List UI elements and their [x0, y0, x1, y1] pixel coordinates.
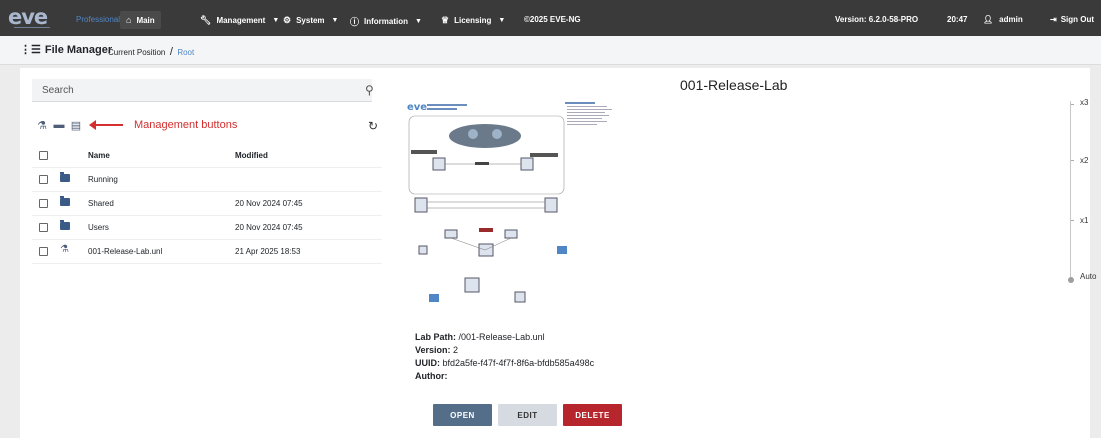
row-modified: 20 Nov 2024 07:45	[235, 199, 303, 208]
nav-main-label: Main	[136, 15, 155, 25]
lab-file-icon: ⚗	[60, 244, 69, 255]
user-menu[interactable]: 👤︎ admin	[983, 15, 1023, 24]
search-input[interactable]: Search	[32, 79, 372, 102]
delete-button[interactable]: DELETE	[563, 404, 622, 426]
table-row[interactable]: Running	[32, 168, 382, 192]
clock-text: 20:47	[947, 15, 968, 24]
nav-management[interactable]: 🔧︎ Management ▼	[200, 15, 279, 26]
nav-information[interactable]: ⓘ Information ▼	[350, 15, 422, 28]
uuid-label: UUID:	[415, 358, 440, 368]
column-name-header[interactable]: Name	[88, 151, 110, 160]
nav-main[interactable]: ⌂ Main	[120, 11, 161, 29]
table-row[interactable]: Shared 20 Nov 2024 07:45	[32, 192, 382, 216]
edit-button[interactable]: EDIT	[498, 404, 557, 426]
table-row[interactable]: ⚗ 001-Release-Lab.unl 21 Apr 2025 18:53	[32, 240, 382, 264]
nav-information-label: Information	[364, 17, 409, 26]
zoom-tick	[1071, 104, 1074, 105]
breadcrumb: Current Position / Root	[108, 46, 194, 58]
home-icon: ⌂	[126, 15, 132, 25]
info-icon: ⓘ	[350, 17, 360, 27]
search-icon[interactable]: ⚲	[365, 83, 374, 97]
nav-management-label: Management	[216, 16, 266, 25]
caret-down-icon: ▼	[272, 17, 280, 24]
zoom-tick	[1071, 220, 1074, 221]
row-name[interactable]: Running	[88, 175, 118, 184]
folder-icon	[60, 172, 70, 182]
page-title: ⋮☰ File Manager	[20, 43, 113, 57]
zoom-level-auto[interactable]: Auto	[1080, 272, 1096, 281]
edition-label: Professional	[76, 15, 121, 24]
zoom-level-x2[interactable]: x2	[1080, 156, 1088, 165]
file-manager-panel: Search ⚲ ⚗ ▬ ▤ Management buttons ↻ Name…	[20, 68, 1090, 438]
management-toolbar: ⚗ ▬ ▤ Management buttons	[36, 119, 238, 132]
breadcrumb-root[interactable]: Root	[177, 48, 194, 57]
row-name[interactable]: 001-Release-Lab.unl	[88, 247, 162, 256]
breadcrumb-separator: /	[169, 46, 173, 58]
zoom-slider-handle[interactable]	[1068, 277, 1074, 283]
select-all-checkbox[interactable]	[39, 151, 48, 160]
sign-out-button[interactable]: ⇥ Sign Out	[1050, 15, 1094, 24]
caret-down-icon: ▼	[331, 17, 339, 24]
add-lab-icon[interactable]: ⚗	[36, 119, 48, 132]
nav-system-label: System	[296, 16, 325, 25]
row-modified: 20 Nov 2024 07:45	[235, 223, 303, 232]
row-checkbox[interactable]	[39, 199, 48, 208]
breadcrumb-label: Current Position	[108, 48, 166, 57]
nav-system[interactable]: ⚙ System ▼	[283, 15, 338, 26]
lab-preview-title: 001-Release-Lab	[680, 77, 788, 93]
row-modified: 21 Apr 2025 18:53	[235, 247, 301, 256]
zoom-level-x3[interactable]: x3	[1080, 98, 1088, 107]
sign-out-icon: ⇥	[1050, 15, 1057, 24]
author-label: Author:	[415, 371, 448, 381]
file-table: Name Modified Running Shared 20 Nov 2024…	[32, 144, 382, 264]
file-tree-icon: ⋮☰	[20, 44, 41, 56]
zoom-slider-track[interactable]	[1070, 101, 1071, 279]
top-navbar: eve Professional ⌂ Main 🔧︎ Management ▼ …	[0, 0, 1101, 36]
refresh-icon[interactable]: ↻	[368, 119, 378, 133]
import-file-icon[interactable]: ▤	[70, 119, 82, 132]
nav-licensing-label: Licensing	[454, 16, 492, 25]
lab-path-value: /001-Release-Lab.unl	[458, 332, 545, 342]
row-checkbox[interactable]	[39, 247, 48, 256]
nav-licensing[interactable]: ♕ Licensing ▼	[441, 15, 505, 26]
version-text: Version: 6.2.0-58-PRO	[835, 15, 919, 24]
sign-out-label: Sign Out	[1060, 15, 1095, 24]
page-title-text: File Manager	[44, 43, 113, 56]
license-icon: ♕	[441, 15, 450, 25]
svg-text:eve: eve	[407, 102, 427, 113]
eve-logo[interactable]: eve	[8, 5, 48, 29]
annotation-arrow	[89, 120, 123, 130]
add-folder-icon[interactable]: ▬	[53, 119, 65, 131]
zoom-level-x1[interactable]: x1	[1080, 216, 1088, 225]
row-name[interactable]: Users	[88, 223, 109, 232]
column-modified-header[interactable]: Modified	[235, 151, 268, 160]
table-header: Name Modified	[32, 144, 382, 168]
copyright-text: ©2025 EVE-NG	[524, 15, 581, 24]
uuid-value: bfd2a5fe-f47f-4f7f-8f6a-bfdb585a498c	[442, 358, 595, 368]
table-row[interactable]: Users 20 Nov 2024 07:45	[32, 216, 382, 240]
version-label: Version:	[415, 345, 451, 355]
breadcrumb-bar: ⋮☰ File Manager Current Position / Root	[0, 36, 1101, 65]
folder-icon	[60, 220, 70, 230]
caret-down-icon: ▼	[415, 18, 422, 25]
lab-path-label: Lab Path:	[415, 332, 457, 342]
caret-down-icon: ▼	[498, 17, 506, 24]
logo-underline	[14, 27, 50, 31]
row-name[interactable]: Shared	[88, 199, 114, 208]
row-checkbox[interactable]	[39, 223, 48, 232]
lab-metadata: Lab Path: /001-Release-Lab.unl Version: …	[415, 331, 594, 383]
wrench-icon: 🔧︎	[200, 15, 212, 25]
row-checkbox[interactable]	[39, 175, 48, 184]
management-annotation: Management buttons	[134, 119, 238, 131]
username: admin	[999, 15, 1023, 24]
folder-icon	[60, 196, 70, 206]
zoom-tick	[1071, 160, 1074, 161]
version-value: 2	[453, 345, 459, 355]
lab-action-buttons: OPEN EDIT DELETE	[433, 404, 622, 426]
user-icon: 👤︎	[983, 15, 994, 24]
lab-topology-thumbnail: eve	[407, 102, 612, 303]
open-button[interactable]: OPEN	[433, 404, 492, 426]
gear-icon: ⚙	[283, 15, 292, 25]
